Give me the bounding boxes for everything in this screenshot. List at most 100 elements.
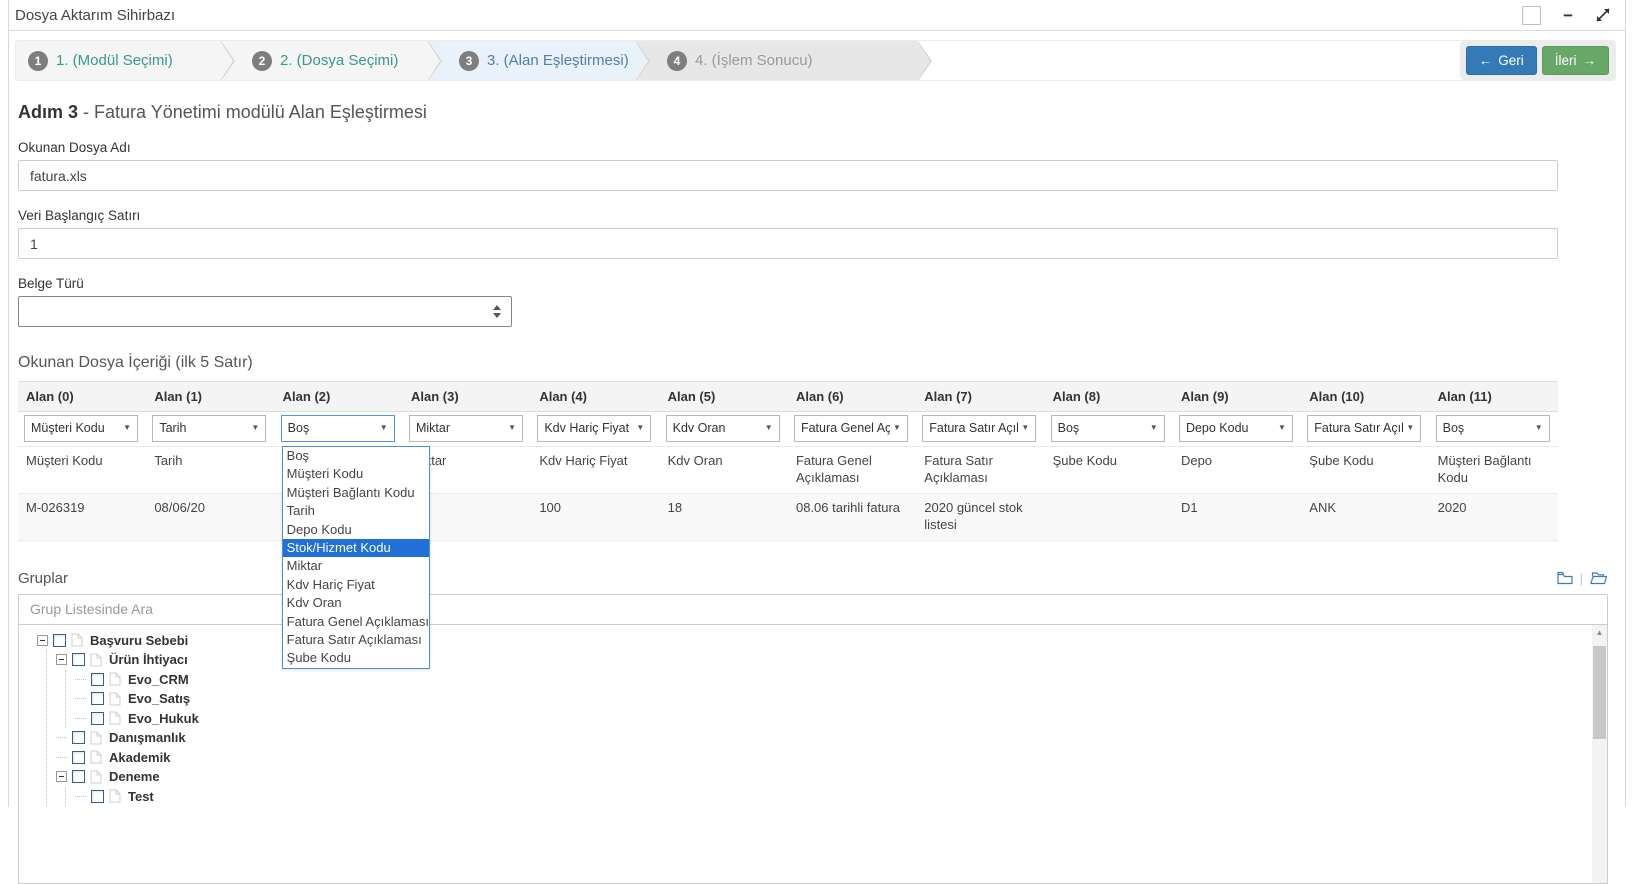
tree-node-label[interactable]: Başvuru Sebebi — [88, 633, 188, 648]
table-cell: 08/06/20 — [146, 493, 274, 540]
back-button[interactable]: ← Geri — [1466, 46, 1537, 75]
column-select-2[interactable]: Boş▼ — [281, 415, 395, 442]
column-select-3[interactable]: Miktar▼ — [409, 415, 523, 442]
select-caret-icon: ▼ — [765, 423, 773, 433]
expand-icon[interactable] — [1595, 7, 1611, 23]
column-select-6[interactable]: Fatura Genel Açıklaması▼ — [794, 415, 908, 442]
tree-node-label[interactable]: Test — [126, 789, 154, 804]
column-header: Alan (0) — [18, 382, 146, 412]
collapse-icon[interactable] — [56, 771, 67, 782]
collapse-icon[interactable] — [56, 654, 67, 665]
table-cell: Fatura Genel Açıklaması — [788, 447, 916, 494]
tree-checkbox[interactable] — [72, 653, 85, 666]
next-button[interactable]: İleri → — [1542, 46, 1609, 75]
dropdown-option[interactable]: Tarih — [283, 502, 429, 520]
file-icon — [90, 770, 102, 784]
file-icon — [71, 633, 83, 647]
table-header-row: Alan (0)Alan (1)Alan (2)Alan (3)Alan (4)… — [18, 382, 1558, 412]
column-select-11[interactable]: Boş▼ — [1436, 415, 1550, 442]
tree-item: Test — [75, 787, 1587, 807]
dropdown-option[interactable]: Kdv Oran — [283, 594, 429, 612]
tree-node-label[interactable]: Evo_CRM — [126, 672, 189, 687]
column-select-value: Boş — [1443, 420, 1532, 436]
column-select-value: Fatura Genel Açıklaması — [801, 420, 890, 436]
select-caret-icon: ▼ — [636, 423, 644, 433]
step-badge: 3 — [459, 51, 479, 71]
tree-checkbox[interactable] — [91, 712, 104, 725]
tree-checkbox[interactable] — [72, 731, 85, 744]
step-label: 4. (İşlem Sonucu) — [695, 52, 813, 69]
column-select-cell: Müşteri Kodu▼ — [18, 412, 146, 447]
dropdown-option[interactable]: Müşteri Kodu — [283, 465, 429, 483]
dropdown-option[interactable]: Boş — [283, 447, 429, 465]
column-header: Alan (8) — [1045, 382, 1173, 412]
page-title-rest: - Fatura Yönetimi modülü Alan Eşleştirme… — [83, 102, 427, 122]
column-select-10[interactable]: Fatura Satır Açıklaması▼ — [1307, 415, 1421, 442]
table-cell: 100 — [531, 493, 659, 540]
start-row-input[interactable] — [18, 228, 1558, 259]
window-title: Dosya Aktarım Sihirbazı — [15, 7, 175, 24]
wizard-step-4[interactable]: 44. (İşlem Sonucu) — [635, 41, 917, 80]
dropdown-option[interactable]: Şube Kodu — [283, 649, 429, 667]
tree-checkbox[interactable] — [53, 634, 66, 647]
tree-node-label[interactable]: Evo_Satış — [126, 691, 190, 706]
column-select-5[interactable]: Kdv Oran▼ — [666, 415, 780, 442]
column-header: Alan (9) — [1173, 382, 1301, 412]
table-cell: Şube Kodu — [1301, 447, 1429, 494]
tree-checkbox[interactable] — [91, 790, 104, 803]
dropdown-option[interactable]: Depo Kodu — [283, 521, 429, 539]
page-title-step: Adım 3 — [18, 102, 78, 122]
column-select-9[interactable]: Depo Kodu▼ — [1179, 415, 1293, 442]
column-select-7[interactable]: Fatura Satır Açıklaması▼ — [922, 415, 1036, 442]
dropdown-option[interactable]: Fatura Genel Açıklaması — [283, 613, 429, 631]
dropdown-option[interactable]: Fatura Satır Açıklaması — [283, 631, 429, 649]
step-badge: 2 — [252, 51, 272, 71]
tree-checkbox[interactable] — [91, 692, 104, 705]
dropdown-option[interactable]: Kdv Hariç Fiyat — [283, 576, 429, 594]
dropdown-option[interactable]: Müşteri Bağlantı Kodu — [283, 484, 429, 502]
tree-node-label[interactable]: Deneme — [107, 769, 160, 784]
tree-node-label[interactable]: Evo_Hukuk — [126, 711, 199, 726]
tree-node-label[interactable]: Akademik — [107, 750, 170, 765]
table-cell: Fatura Satır Açıklaması — [916, 447, 1044, 494]
column-select-value: Fatura Satır Açıklaması — [929, 420, 1018, 436]
file-content-section-title: Okunan Dosya İçeriği (ilk 5 Satır) — [18, 354, 1616, 372]
file-icon — [90, 731, 102, 745]
dropdown-option[interactable]: Miktar — [283, 557, 429, 575]
tree-checkbox[interactable] — [72, 770, 85, 783]
wizard-step-3[interactable]: 3 3. (Alan Eşleştirmesi) — [427, 41, 635, 80]
step-label: 3. (Alan Eşleştirmesi) — [487, 52, 629, 69]
groups-tree-box: Başvuru Sebebi Ürün İhtiyacı Evo_CRM Evo_Sa… — [18, 624, 1608, 884]
table-cell: Kdv Oran — [660, 447, 788, 494]
column-select-cell: Fatura Genel Açıklaması▼ — [788, 412, 916, 447]
folder-open-icon[interactable] — [1590, 571, 1608, 585]
column-select-1[interactable]: Tarih▼ — [152, 415, 266, 442]
folder-closed-icon[interactable] — [1557, 571, 1573, 585]
tree-scrollbar[interactable]: ▲ — [1592, 625, 1607, 883]
minimize-icon[interactable]: − — [1563, 6, 1573, 25]
wizard-step-1[interactable]: 11. (Modül Seçimi) — [16, 41, 220, 80]
tree-node-label[interactable]: Danışmanlık — [107, 730, 186, 745]
group-search-input[interactable] — [18, 594, 1608, 625]
tree-connector — [75, 718, 86, 719]
tree-item: Başvuru Sebebi Ürün İhtiyacı Evo_CRM Evo_Sa… — [37, 631, 1587, 807]
column-select-8[interactable]: Boş▼ — [1051, 415, 1165, 442]
dropdown-option[interactable]: Stok/Hizmet Kodu — [283, 539, 429, 557]
table-cell: 2020 güncel stok listesi — [916, 493, 1044, 540]
column-select-value: Kdv Hariç Fiyat — [544, 420, 633, 436]
column-select-0[interactable]: Müşteri Kodu▼ — [24, 415, 138, 442]
tree-checkbox[interactable] — [72, 751, 85, 764]
scroll-up-arrow-icon[interactable]: ▲ — [1592, 625, 1607, 641]
file-name-input[interactable] — [18, 160, 1558, 191]
column-select-cell: Fatura Satır Açıklaması▼ — [1301, 412, 1429, 447]
tree-node-label[interactable]: Ürün İhtiyacı — [107, 652, 188, 667]
tree-checkbox[interactable] — [91, 673, 104, 686]
collapse-icon[interactable] — [37, 635, 48, 646]
column-select-4[interactable]: Kdv Hariç Fiyat▼ — [537, 415, 651, 442]
doc-type-select[interactable] — [18, 296, 512, 327]
next-button-label: İleri — [1555, 53, 1577, 68]
scrollbar-thumb[interactable] — [1593, 646, 1606, 739]
wizard-step-2[interactable]: 22. (Dosya Seçimi) — [220, 41, 427, 80]
restore-icon[interactable] — [1522, 6, 1541, 25]
doc-type-label: Belge Türü — [18, 276, 1616, 291]
